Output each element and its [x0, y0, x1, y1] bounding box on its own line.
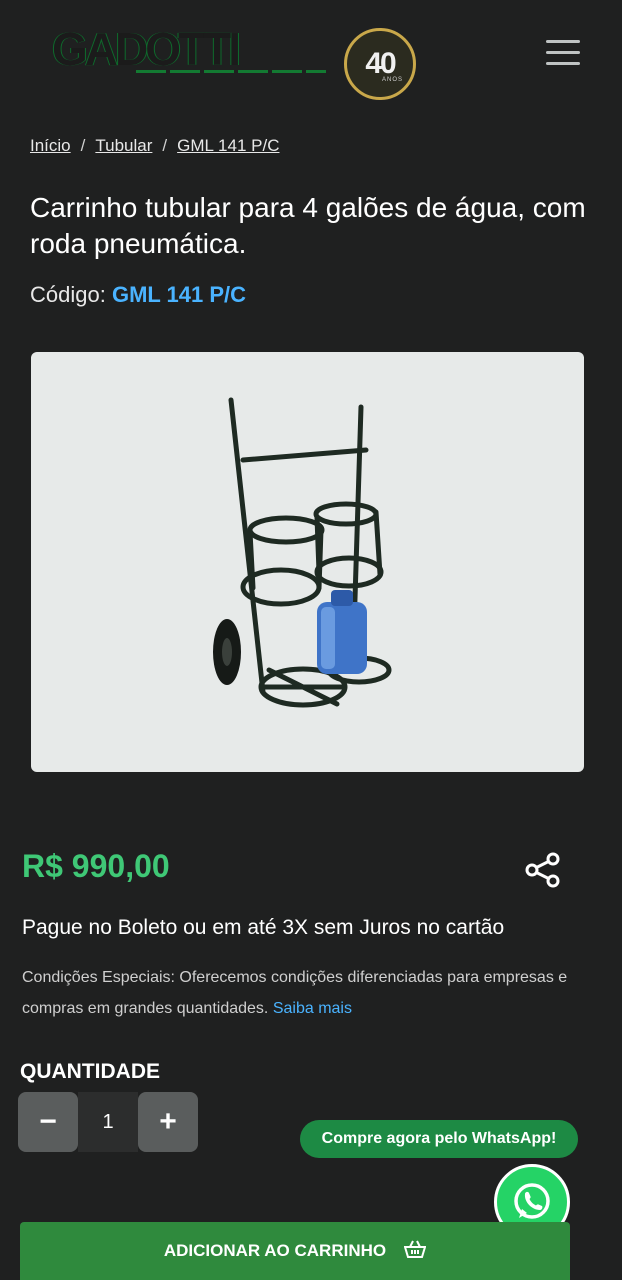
product-code: Código: GML 141 P/C	[30, 282, 246, 308]
trolley-illustration	[213, 397, 392, 708]
share-icon[interactable]	[524, 852, 562, 888]
breadcrumb-category[interactable]: Tubular	[95, 136, 152, 155]
menu-icon[interactable]	[546, 40, 580, 68]
breadcrumb-current[interactable]: GML 141 P/C	[177, 136, 279, 155]
payment-info: Pague no Boleto ou em até 3X sem Juros n…	[22, 916, 505, 939]
basket-icon	[403, 1240, 427, 1263]
add-to-cart-label: ADICIONAR AO CARRINHO	[163, 1241, 387, 1260]
breadcrumb-separator: /	[162, 136, 168, 155]
badge-sub: ANOS	[381, 77, 403, 83]
increase-quantity-button[interactable]: +	[138, 1092, 198, 1152]
logo-underline	[136, 70, 326, 73]
add-to-cart-button[interactable]: ADICIONAR AO CARRINHO	[20, 1222, 570, 1280]
quantity-stepper: − 1 +	[18, 1092, 198, 1152]
product-price: R$ 990,00	[22, 848, 170, 884]
badge-number: 40	[365, 47, 396, 80]
special-conditions: Condições Especiais: Oferecemos condiçõe…	[22, 962, 582, 1024]
quantity-label: QUANTIDADE	[20, 1060, 160, 1083]
product-code-label: Código:	[30, 282, 106, 307]
product-code-value: GML 141 P/C	[111, 282, 247, 307]
logo-text: GADOTTI	[52, 23, 241, 75]
learn-more-link[interactable]: Saiba mais	[273, 1000, 352, 1017]
product-image[interactable]	[31, 352, 584, 772]
breadcrumb-home[interactable]: Início	[30, 136, 71, 155]
quantity-value[interactable]: 1	[78, 1092, 138, 1152]
site-header: GADOTTI 40 ANOS	[0, 0, 622, 100]
whatsapp-buy-button[interactable]: Compre agora pelo WhatsApp!	[300, 1120, 578, 1158]
product-title: Carrinho tubular para 4 galões de água, …	[30, 192, 586, 259]
logo[interactable]: GADOTTI 40 ANOS	[52, 14, 416, 100]
breadcrumb-separator: /	[80, 136, 86, 155]
breadcrumb: Início / Tubular / GML 141 P/C	[30, 136, 279, 156]
decrease-quantity-button[interactable]: −	[18, 1092, 78, 1152]
anniversary-badge: 40 ANOS	[344, 28, 416, 100]
